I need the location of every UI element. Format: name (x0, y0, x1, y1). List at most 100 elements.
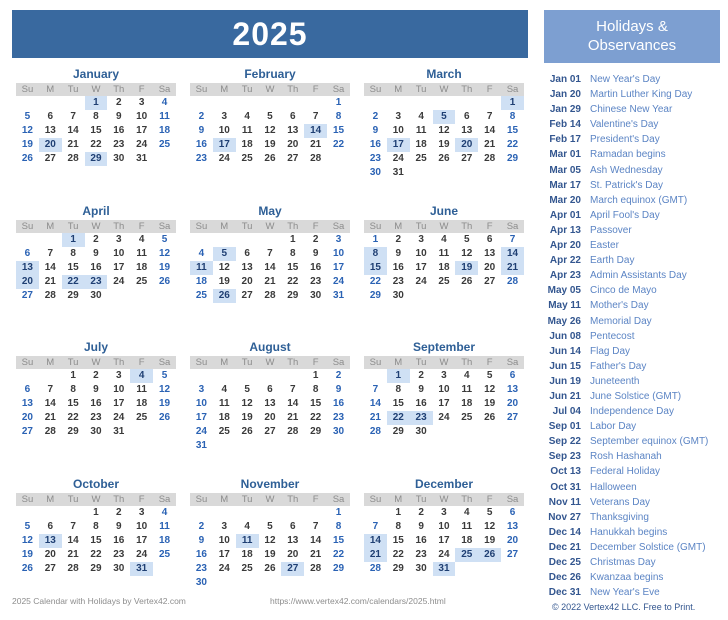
day-cell[interactable]: 28 (304, 562, 327, 576)
day-cell[interactable]: 30 (364, 166, 387, 180)
day-cell[interactable]: 5 (432, 110, 456, 124)
day-cell[interactable]: 1 (327, 506, 350, 520)
day-cell[interactable]: 10 (410, 247, 433, 261)
day-cell[interactable]: 6 (478, 233, 501, 247)
day-cell[interactable]: 10 (190, 397, 213, 411)
day-cell[interactable]: 4 (455, 369, 478, 383)
day-cell[interactable]: 26 (478, 547, 502, 562)
day-cell[interactable]: 29 (387, 562, 410, 576)
day-cell[interactable]: 17 (327, 261, 350, 275)
day-cell[interactable]: 23 (107, 548, 130, 562)
day-cell[interactable]: 17 (433, 397, 456, 411)
day-cell[interactable]: 11 (410, 124, 433, 138)
day-cell[interactable]: 6 (259, 383, 282, 397)
day-cell[interactable]: 3 (387, 110, 410, 124)
day-cell[interactable]: 2 (410, 506, 433, 520)
day-cell[interactable]: 24 (387, 152, 410, 166)
day-cell[interactable]: 3 (130, 96, 153, 110)
day-cell[interactable]: 23 (304, 275, 327, 289)
day-cell[interactable]: 8 (327, 520, 350, 534)
day-cell[interactable]: 4 (236, 520, 259, 534)
day-cell[interactable]: 22 (61, 274, 85, 289)
day-cell[interactable]: 19 (433, 138, 456, 152)
day-cell[interactable]: 19 (236, 411, 259, 425)
day-cell[interactable]: 30 (85, 425, 108, 439)
day-cell[interactable]: 19 (259, 548, 282, 562)
day-cell[interactable]: 11 (236, 124, 259, 138)
day-cell[interactable]: 16 (190, 548, 213, 562)
day-cell[interactable]: 13 (281, 124, 304, 138)
day-cell[interactable]: 25 (190, 289, 213, 303)
day-cell[interactable]: 1 (386, 369, 410, 383)
day-cell[interactable]: 14 (364, 533, 387, 548)
day-cell[interactable]: 23 (190, 152, 213, 166)
day-cell[interactable]: 9 (85, 247, 108, 261)
day-cell[interactable]: 24 (107, 275, 130, 289)
day-cell[interactable]: 1 (61, 232, 85, 247)
day-cell[interactable]: 28 (39, 289, 62, 303)
day-cell[interactable]: 2 (387, 233, 410, 247)
day-cell[interactable]: 8 (387, 383, 410, 397)
day-cell[interactable]: 21 (501, 260, 524, 275)
day-cell[interactable]: 21 (259, 275, 282, 289)
day-cell[interactable]: 24 (327, 275, 350, 289)
day-cell[interactable]: 26 (455, 275, 478, 289)
day-cell[interactable]: 8 (281, 247, 304, 261)
day-cell[interactable]: 10 (387, 124, 410, 138)
day-cell[interactable]: 2 (327, 369, 350, 383)
day-cell[interactable]: 20 (281, 548, 304, 562)
day-cell[interactable]: 7 (62, 110, 85, 124)
day-cell[interactable]: 22 (304, 411, 327, 425)
day-cell[interactable]: 25 (130, 275, 153, 289)
day-cell[interactable]: 20 (38, 138, 62, 152)
day-cell[interactable]: 28 (304, 152, 327, 166)
day-cell[interactable]: 27 (39, 562, 62, 576)
day-cell[interactable]: 21 (364, 547, 387, 562)
day-cell[interactable]: 9 (190, 124, 213, 138)
day-cell[interactable]: 6 (16, 247, 39, 261)
day-cell[interactable]: 24 (107, 411, 130, 425)
day-cell[interactable]: 14 (62, 534, 85, 548)
day-cell[interactable]: 4 (410, 110, 433, 124)
day-cell[interactable]: 23 (387, 275, 410, 289)
day-cell[interactable]: 20 (501, 397, 524, 411)
day-cell[interactable]: 23 (190, 562, 213, 576)
day-cell[interactable]: 13 (236, 261, 259, 275)
day-cell[interactable]: 20 (455, 138, 479, 152)
day-cell[interactable]: 12 (236, 397, 259, 411)
day-cell[interactable]: 8 (85, 110, 108, 124)
day-cell[interactable]: 15 (327, 534, 350, 548)
day-cell[interactable]: 9 (364, 124, 387, 138)
day-cell[interactable]: 5 (236, 383, 259, 397)
day-cell[interactable]: 20 (39, 548, 62, 562)
day-cell[interactable]: 20 (478, 261, 501, 275)
day-cell[interactable]: 10 (213, 534, 236, 548)
day-cell[interactable]: 14 (259, 261, 282, 275)
day-cell[interactable]: 25 (153, 138, 176, 152)
day-cell[interactable]: 13 (455, 124, 478, 138)
day-cell[interactable]: 18 (410, 138, 433, 152)
day-cell[interactable]: 9 (304, 247, 327, 261)
day-cell[interactable]: 8 (364, 246, 387, 261)
day-cell[interactable]: 25 (455, 547, 479, 562)
day-cell[interactable]: 1 (85, 506, 108, 520)
day-cell[interactable]: 26 (259, 562, 282, 576)
day-cell[interactable]: 26 (478, 411, 501, 425)
day-cell[interactable]: 20 (281, 138, 304, 152)
day-cell[interactable]: 9 (190, 534, 213, 548)
day-cell[interactable]: 3 (433, 369, 456, 383)
day-cell[interactable]: 15 (364, 260, 387, 275)
day-cell[interactable]: 14 (304, 534, 327, 548)
day-cell[interactable]: 19 (153, 261, 176, 275)
day-cell[interactable]: 6 (281, 110, 304, 124)
day-cell[interactable]: 15 (62, 397, 85, 411)
day-cell[interactable]: 12 (153, 383, 176, 397)
day-cell[interactable]: 27 (501, 411, 524, 425)
day-cell[interactable]: 29 (281, 289, 304, 303)
day-cell[interactable]: 10 (433, 520, 456, 534)
day-cell[interactable]: 27 (236, 289, 259, 303)
day-cell[interactable]: 26 (16, 152, 39, 166)
day-cell[interactable]: 16 (410, 397, 433, 411)
day-cell[interactable]: 27 (16, 425, 39, 439)
day-cell[interactable]: 10 (130, 520, 153, 534)
